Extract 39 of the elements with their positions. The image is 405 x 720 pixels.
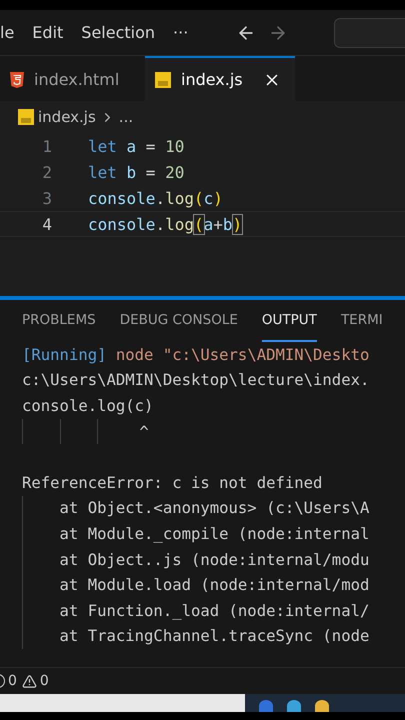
stack-trace-line: at Function._load (node:internal/ xyxy=(58,602,370,620)
editor-tab[interactable]: index.js xyxy=(145,56,295,101)
code-line: let a = 10 xyxy=(88,136,184,156)
menu-item[interactable]: Edit xyxy=(32,23,64,42)
panel-tab[interactable]: DEBUG CONSOLE xyxy=(120,300,238,342)
code-line: console.log(c) xyxy=(88,188,223,208)
js-file-icon xyxy=(155,72,171,88)
line-number: 3 xyxy=(41,188,53,208)
breadcrumb-item[interactable]: index.js xyxy=(38,108,96,126)
menu-item[interactable]: le xyxy=(0,23,14,42)
app-icon[interactable] xyxy=(287,700,301,712)
stack-trace-line: at TracingChannel.traceSync (node xyxy=(58,627,370,646)
line-number: 1 xyxy=(41,136,53,156)
warning-icon xyxy=(22,674,37,688)
output-line: console.log(c) xyxy=(22,396,154,415)
js-file-icon xyxy=(18,109,34,125)
search-field[interactable] xyxy=(334,18,405,48)
code-line: let b = 20 xyxy=(88,162,184,182)
app-icon[interactable] xyxy=(259,700,273,712)
output-line: c:\Users\ADMIN\Desktop\lecture\index. xyxy=(22,371,370,390)
error-message: ReferenceError: c is not defined xyxy=(22,474,322,492)
html5-icon xyxy=(10,72,24,88)
warning-count[interactable]: 0 xyxy=(40,673,49,689)
stack-trace-line: at Object.<anonymous> (c:\Users\A xyxy=(58,499,370,518)
error-count[interactable]: 0 xyxy=(8,673,17,689)
line-number: 4 xyxy=(41,214,53,234)
panel-tab[interactable]: PROBLEMS xyxy=(22,300,96,342)
panel-tab[interactable]: TERMI xyxy=(340,300,383,342)
line-number: 2 xyxy=(41,162,53,182)
stack-trace-line: at Object..js (node:internal/modu xyxy=(58,550,370,569)
panel-tab[interactable]: OUTPUT xyxy=(262,300,317,342)
breadcrumb-item[interactable]: ... xyxy=(118,108,134,126)
menu-item[interactable]: Selection xyxy=(81,23,156,42)
caret-marker: ^ xyxy=(138,422,149,441)
menu-item[interactable]: ··· xyxy=(173,23,188,42)
output-line: [Running] node "c:\Users\ADMIN\Deskto xyxy=(22,346,370,364)
stack-trace-line: at Module.load (node:internal/mod xyxy=(58,576,370,594)
stack-trace-line: at Module._compile (node:internal xyxy=(58,524,370,543)
code-line: console.log(a+b) xyxy=(88,214,242,234)
